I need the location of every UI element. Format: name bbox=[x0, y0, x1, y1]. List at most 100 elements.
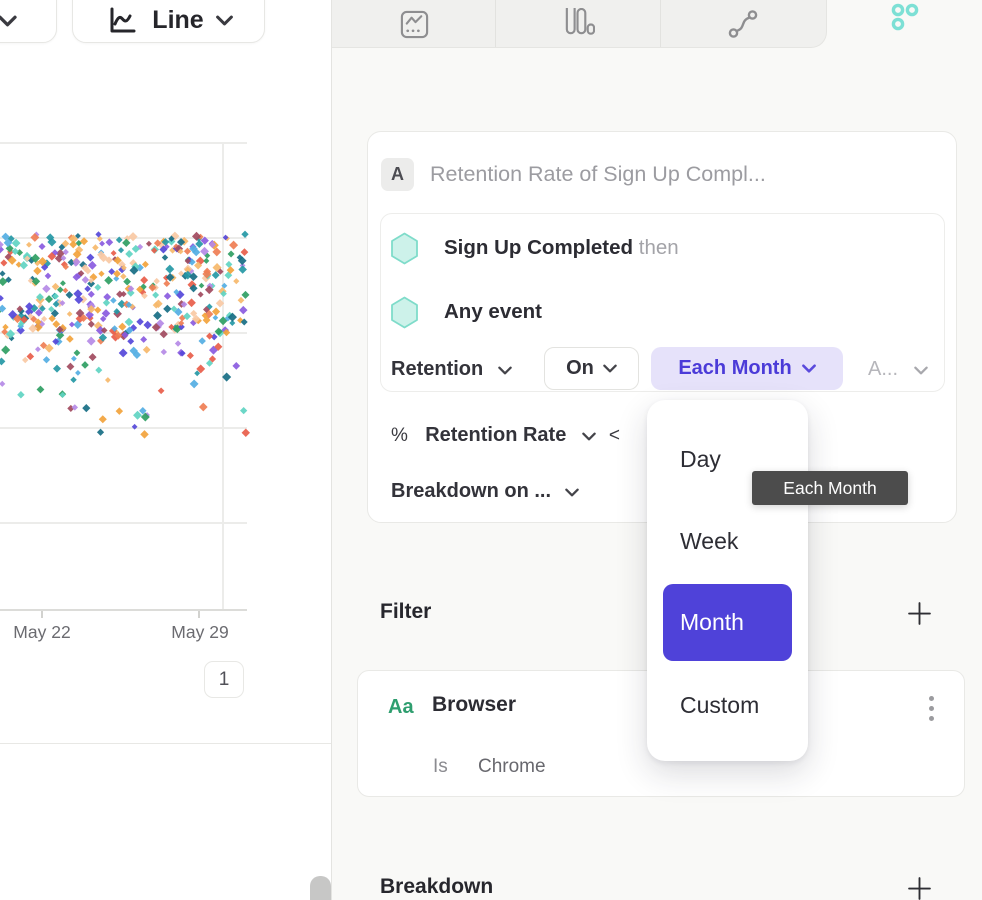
chevron-down-icon bbox=[498, 366, 512, 375]
scatter-point bbox=[136, 318, 143, 325]
menu-item-day[interactable]: Day bbox=[680, 446, 721, 473]
filter-property-label[interactable]: Browser bbox=[432, 693, 516, 717]
tab-line-chart[interactable] bbox=[332, 0, 496, 48]
filter-section-title: Filter bbox=[380, 600, 431, 624]
scatter-point bbox=[163, 305, 171, 313]
scatter-point bbox=[153, 311, 162, 320]
scatter-point bbox=[187, 298, 196, 307]
scatter-point bbox=[88, 321, 95, 328]
scatter-point bbox=[105, 377, 111, 383]
tooltip-text: Each Month bbox=[783, 478, 876, 499]
kebab-menu-icon[interactable] bbox=[929, 696, 934, 721]
menu-item-custom[interactable]: Custom bbox=[680, 692, 759, 719]
on-dropdown[interactable]: On bbox=[544, 347, 639, 390]
scatter-point bbox=[69, 322, 75, 328]
scatter-point bbox=[111, 250, 117, 256]
menu-item-month-label: Month bbox=[680, 609, 744, 636]
flow-icon bbox=[726, 7, 760, 41]
tab-bar-chart[interactable] bbox=[496, 0, 660, 48]
scatter-point bbox=[198, 337, 205, 344]
query-title[interactable]: Retention Rate of Sign Up Compl... bbox=[430, 162, 766, 187]
scatter-point bbox=[212, 308, 220, 316]
retention-dropdown[interactable]: Retention bbox=[391, 358, 512, 381]
scatter-point bbox=[233, 278, 239, 284]
event-hexagon-icon bbox=[390, 296, 419, 329]
scatter-point bbox=[0, 270, 6, 276]
scatter-point bbox=[127, 338, 134, 345]
scatter-point bbox=[87, 337, 96, 346]
add-filter-button[interactable] bbox=[905, 599, 933, 627]
scrollbar-thumb[interactable] bbox=[310, 876, 331, 900]
scatter-point bbox=[89, 353, 97, 361]
scatter-point bbox=[66, 335, 74, 343]
chevron-down-icon bbox=[914, 366, 928, 375]
scatter-point bbox=[110, 297, 116, 303]
scatter-point bbox=[143, 346, 151, 354]
scatter-point bbox=[161, 349, 167, 355]
line-chart-icon bbox=[399, 9, 430, 40]
tab-scatter-cluster[interactable] bbox=[827, 0, 982, 48]
scatter-point bbox=[158, 387, 165, 394]
scatter-point bbox=[162, 254, 168, 260]
scatter-point bbox=[103, 299, 110, 306]
scatter-point bbox=[225, 261, 232, 268]
less-than-sign: < bbox=[609, 425, 620, 446]
scatter-point bbox=[116, 407, 123, 414]
scatter-point bbox=[123, 278, 131, 286]
event-row-2[interactable]: Any event bbox=[444, 300, 542, 324]
measure-dropdown-label[interactable]: Retention Rate bbox=[425, 424, 566, 446]
scatter-point bbox=[0, 295, 4, 301]
scatter-point bbox=[216, 299, 224, 307]
chevron-down-icon bbox=[582, 432, 596, 441]
scatter-point bbox=[239, 306, 247, 314]
scatter-point bbox=[71, 356, 77, 362]
filter-operator[interactable]: Is bbox=[433, 756, 448, 778]
scatter-point bbox=[143, 321, 151, 329]
scatter-point bbox=[94, 306, 101, 313]
scatter-point bbox=[154, 278, 160, 284]
scatter-point bbox=[120, 273, 126, 279]
scatter-point bbox=[122, 239, 130, 247]
menu-item-month[interactable]: Month bbox=[663, 584, 792, 661]
scatter-point bbox=[75, 370, 81, 376]
breakdown-on-dropdown[interactable]: Breakdown on ... bbox=[391, 480, 579, 503]
interval-dropdown[interactable]: Each Month bbox=[651, 347, 843, 390]
scatter-point bbox=[88, 291, 95, 298]
scatter-point bbox=[164, 292, 171, 299]
scatter-point bbox=[118, 323, 126, 331]
scatter-point bbox=[0, 277, 7, 286]
scatter-point bbox=[203, 258, 209, 264]
advanced-dropdown[interactable]: A... bbox=[868, 358, 928, 381]
scatter-point bbox=[22, 357, 28, 363]
x-tick-label: May 29 bbox=[171, 622, 228, 643]
scatter-cluster-icon bbox=[885, 0, 925, 36]
chart-pane: Line May 22 May 29 1 bbox=[0, 0, 331, 900]
event-row-1[interactable]: Sign Up Completed then bbox=[444, 236, 679, 260]
event-hexagon-icon bbox=[390, 232, 419, 265]
scatter-point bbox=[241, 248, 249, 256]
scatter-point bbox=[2, 324, 8, 330]
scatter-point bbox=[0, 358, 5, 366]
scatter-point bbox=[84, 285, 91, 292]
scatter-point bbox=[118, 247, 124, 253]
scatter-point bbox=[37, 386, 45, 394]
scatter-point bbox=[199, 283, 205, 289]
scatter-point bbox=[163, 280, 170, 287]
tab-flow[interactable] bbox=[661, 0, 825, 48]
plus-icon bbox=[907, 601, 932, 626]
scatter-point bbox=[116, 290, 123, 297]
interval-label: Each Month bbox=[678, 357, 791, 380]
plus-icon bbox=[907, 876, 932, 900]
pagination-button[interactable]: 1 bbox=[204, 661, 244, 698]
event-name: Sign Up Completed bbox=[444, 236, 633, 259]
scatter-point bbox=[187, 352, 194, 359]
filter-value[interactable]: Chrome bbox=[478, 756, 546, 778]
scatter-point bbox=[116, 237, 123, 244]
menu-item-week[interactable]: Week bbox=[680, 528, 738, 555]
add-breakdown-button[interactable] bbox=[905, 874, 933, 900]
scatter-point bbox=[70, 377, 76, 383]
scatter-point bbox=[160, 330, 168, 338]
scatter-point bbox=[99, 415, 107, 423]
scatter-point bbox=[242, 428, 250, 436]
scatter-point bbox=[229, 241, 238, 250]
